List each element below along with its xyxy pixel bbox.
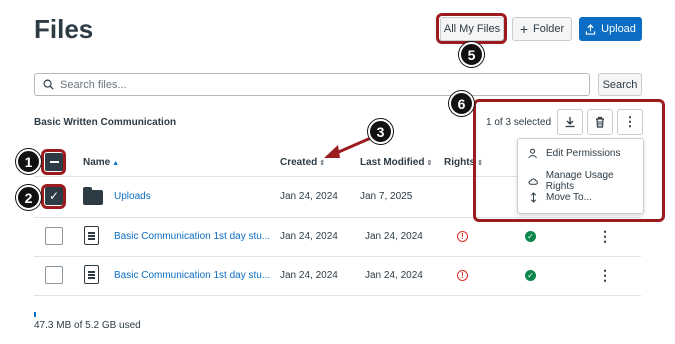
- row-created: Jan 24, 2024: [280, 270, 338, 281]
- callout-1: 1: [16, 149, 41, 174]
- row-divider: [34, 295, 641, 296]
- storage-usage-bar: [34, 312, 36, 317]
- column-header-name[interactable]: Name ▲: [83, 157, 119, 168]
- search-placeholder: Search files...: [60, 78, 127, 91]
- usage-rights-warning-icon[interactable]: !: [457, 270, 468, 281]
- column-created-label: Created: [280, 157, 318, 168]
- callout-2: 2: [16, 185, 41, 210]
- row-checkbox[interactable]: [45, 266, 63, 284]
- column-name-label: Name: [83, 157, 111, 168]
- upload-icon: [585, 23, 596, 35]
- search-button[interactable]: Search: [598, 73, 642, 96]
- folder-button-label: Folder: [533, 23, 565, 35]
- search-icon: [43, 79, 54, 90]
- highlight-actions-menu: [473, 99, 665, 222]
- upload-button[interactable]: Upload: [579, 17, 642, 41]
- row-more-button[interactable]: ⋮: [598, 229, 612, 243]
- row-checkbox[interactable]: [45, 227, 63, 245]
- row-more-button[interactable]: ⋮: [598, 268, 612, 282]
- sort-ascending-icon: ▲: [112, 160, 120, 167]
- folder-icon: [83, 187, 103, 205]
- published-check-icon[interactable]: ✓: [525, 231, 536, 242]
- usage-rights-warning-icon[interactable]: !: [457, 231, 468, 242]
- callout-5: 5: [459, 42, 484, 67]
- highlight-all-my-files: [436, 13, 507, 44]
- plus-icon: +: [519, 21, 528, 37]
- row-created: Jan 24, 2024: [280, 231, 338, 242]
- column-rights-label: Rights: [444, 157, 476, 168]
- highlight-row-checkbox: [41, 184, 66, 209]
- highlight-select-all: [41, 149, 66, 175]
- row-last-modified: Jan 24, 2024: [365, 270, 423, 281]
- search-button-label: Search: [602, 78, 638, 91]
- document-icon: [84, 265, 99, 284]
- search-input[interactable]: Search files...: [34, 73, 590, 96]
- row-name-link[interactable]: Uploads: [114, 191, 151, 202]
- row-name-link[interactable]: Basic Communication 1st day stu...: [114, 270, 270, 281]
- document-icon: [84, 226, 99, 245]
- page-title: Files: [34, 14, 94, 44]
- row-last-modified: Jan 7, 2025: [360, 191, 413, 202]
- row-divider: [34, 256, 641, 257]
- row-created: Jan 24, 2024: [280, 191, 338, 202]
- published-check-icon[interactable]: ✓: [525, 270, 536, 281]
- course-name: Basic Written Communication: [34, 117, 177, 128]
- upload-button-label: Upload: [601, 23, 636, 35]
- storage-usage-text: 47.3 MB of 5.2 GB used: [34, 320, 141, 331]
- add-folder-button[interactable]: + Folder: [512, 17, 572, 41]
- column-header-created[interactable]: Created ⇕: [280, 157, 325, 168]
- row-name-link[interactable]: Basic Communication 1st day stu...: [114, 231, 270, 242]
- callout-3: 3: [368, 119, 393, 144]
- row-last-modified: Jan 24, 2024: [365, 231, 423, 242]
- sort-icon: ⇕: [426, 160, 433, 167]
- callout-6: 6: [449, 91, 474, 116]
